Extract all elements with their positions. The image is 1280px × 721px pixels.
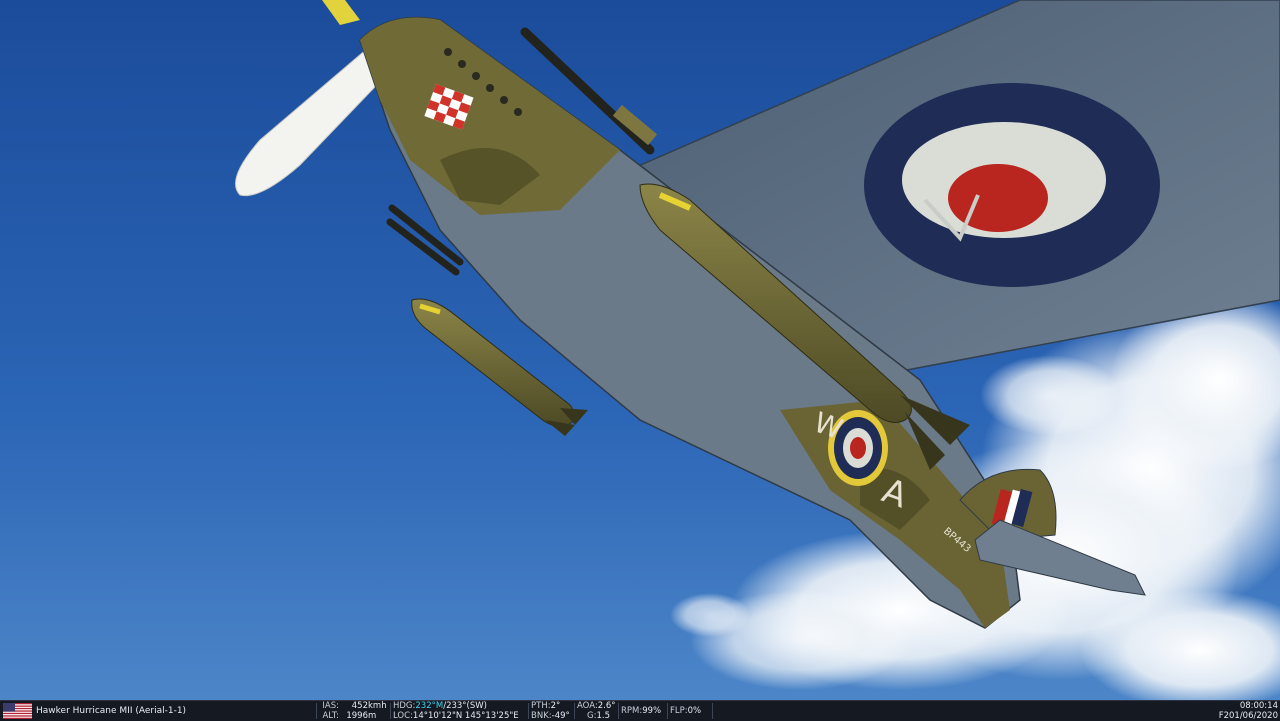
hdg-label: HDG: [393, 701, 416, 711]
us-flag-icon [3, 703, 32, 719]
ias-label: IAS: [322, 701, 339, 711]
flaps-readout: FLP:0% [670, 701, 710, 721]
heading-location-readout: HDG:232°M/233°(SW) LOC:14°10'12"N 145°13… [393, 701, 526, 721]
rpm-label: RPM: [621, 706, 643, 716]
ias-value: 452 [351, 701, 368, 711]
mission-time: 08:00:14 [1239, 701, 1278, 711]
aoa-value: 2.6° [597, 701, 616, 711]
unit-name: Hawker Hurricane MII (Aerial-1-1) [36, 706, 187, 716]
speed-altitude-readout: IAS: 452 kmh ALT: 1996 m [318, 701, 388, 721]
flp-label: FLP: [670, 706, 688, 716]
rpm-readout: RPM:99% [621, 701, 666, 721]
aoa-label: AOA: [577, 701, 598, 711]
rpm-value: 99% [642, 706, 662, 716]
status-bar: Hawker Hurricane MII (Aerial-1-1) IAS: 4… [0, 700, 1280, 721]
aoa-g-readout: AOA:2.6° G:1.5 [577, 701, 617, 721]
flp-value: 0% [687, 706, 702, 716]
wing-roundel [864, 83, 1160, 287]
mission-clock: 08:00:14 F201/06/2020 [1219, 701, 1278, 721]
hdg-true: /233°(SW) [443, 701, 487, 711]
pth-value: 2° [550, 701, 561, 711]
ias-unit: kmh [368, 701, 387, 711]
pth-label: PTH: [531, 701, 551, 711]
hdg-magnetic: 232°M [415, 701, 444, 711]
attitude-readout: PTH:2° BNK:-49° [531, 701, 573, 721]
game-viewport: A W BP443 [0, 0, 1280, 700]
